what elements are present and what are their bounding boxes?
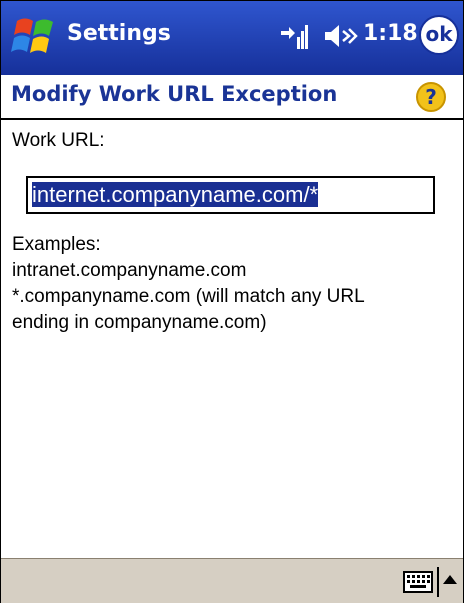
example-line: intranet.companyname.com — [12, 260, 247, 281]
example-line: *.companyname.com (will match any URL — [12, 286, 365, 307]
work-url-input[interactable]: internet.companyname.com/* — [26, 176, 435, 214]
examples-text: Examples: intranet.companyname.com *.com… — [12, 232, 452, 336]
sip-separator — [437, 567, 439, 597]
page-header: Modify Work URL Exception ? — [1, 75, 463, 120]
examples-heading: Examples: — [12, 234, 101, 255]
connectivity-icon[interactable] — [279, 21, 309, 51]
work-url-value: internet.companyname.com/* — [32, 182, 319, 207]
title-bar: Settings 1:18 ok — [1, 1, 463, 75]
clock[interactable]: 1:18 — [363, 21, 418, 46]
ok-button[interactable]: ok — [419, 15, 459, 55]
keyboard-icon[interactable] — [403, 571, 433, 593]
menu-bar — [1, 558, 463, 603]
windows-flag-icon[interactable] — [11, 13, 61, 59]
up-arrow-icon[interactable] — [443, 575, 457, 584]
help-icon[interactable]: ? — [416, 82, 446, 112]
page-title: Modify Work URL Exception — [11, 82, 338, 106]
app-title: Settings — [67, 21, 171, 46]
example-line: ending in companyname.com) — [12, 312, 267, 333]
speaker-icon[interactable] — [323, 21, 359, 51]
work-url-label: Work URL: — [12, 130, 105, 151]
